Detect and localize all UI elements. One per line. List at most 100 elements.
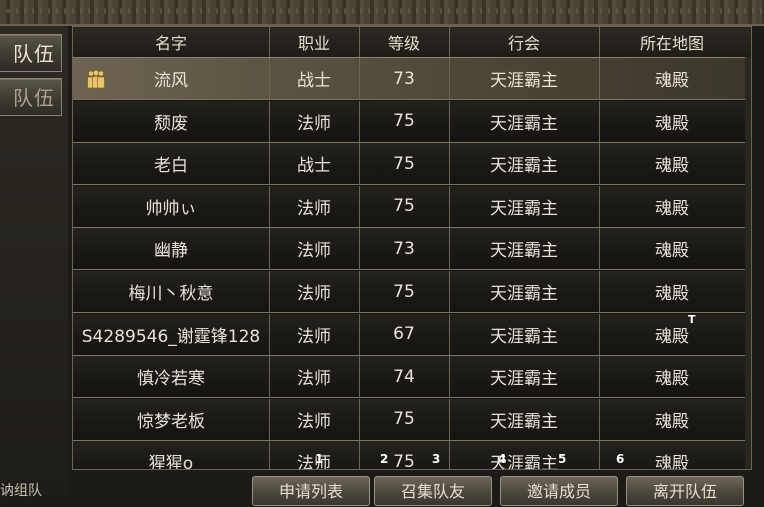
col-divider [599, 100, 600, 142]
cell-class: 法师 [297, 241, 331, 262]
col-divider [359, 143, 360, 185]
col-divider [449, 27, 450, 57]
cell-map: 魂殿 [655, 198, 689, 219]
col-divider [359, 27, 360, 57]
table-row[interactable]: 幽静 法师 73 天涯霸主 魂殿 [73, 228, 751, 271]
col-divider [269, 100, 270, 142]
overlay-number-3: 3 [432, 452, 441, 466]
cell-name: 猩猩o [148, 454, 194, 470]
table-row[interactable]: 梅川丶秋意 法师 75 天涯霸主 魂殿 [73, 271, 751, 313]
cell-map: 魂殿 [655, 326, 689, 347]
col-divider [359, 185, 360, 227]
cell-level: 74 [393, 366, 415, 387]
cell-level: 75 [393, 111, 415, 132]
left-panel: 队伍 队伍 [0, 26, 68, 495]
col-divider [599, 58, 600, 99]
leave-team-button[interactable]: 离开队伍 [626, 476, 744, 506]
overlay-number-6: 6 [616, 452, 625, 466]
col-divider [359, 398, 360, 440]
col-divider [599, 143, 600, 185]
table-row[interactable]: 慎冷若寒 法师 74 天涯霸主 魂殿 [73, 356, 751, 399]
cell-map: 魂殿 [655, 369, 689, 390]
cell-class: 法师 [297, 411, 331, 432]
cell-guild: 天涯霸主 [490, 326, 558, 347]
side-tab-team-1[interactable]: 队伍 [0, 34, 62, 72]
col-divider [599, 271, 600, 312]
side-tab-team-2[interactable]: 队伍 [0, 78, 62, 116]
cell-class: 法师 [297, 326, 331, 347]
table-row[interactable]: 惊梦老板 法师 75 天涯霸主 魂殿 [73, 398, 751, 441]
col-divider [269, 58, 270, 99]
cell-map: 魂殿 [655, 156, 689, 177]
cell-guild: 天涯霸主 [490, 241, 558, 262]
col-divider [359, 313, 360, 355]
cell-level: 73 [393, 238, 415, 259]
cell-class: 法师 [297, 369, 331, 390]
col-divider [599, 228, 600, 270]
cell-class: 法师 [297, 454, 331, 470]
scrollbar[interactable] [745, 57, 751, 469]
cell-guild: 天涯霸主 [490, 411, 558, 432]
cell-name: 慎冷若寒 [137, 369, 205, 390]
col-divider [359, 271, 360, 312]
col-divider [269, 398, 270, 440]
cell-name: 幽静 [154, 241, 188, 262]
table-row[interactable]: S4289546_谢霆锋128 法师 67 天涯霸主 魂殿 [73, 313, 751, 356]
leader-icon [87, 70, 105, 88]
cell-class: 法师 [297, 113, 331, 134]
table-row[interactable]: 流风 战士 73 天涯霸主 魂殿 [73, 58, 751, 100]
table-header: 名字 职业 等级 行会 所在地图 [73, 27, 751, 58]
col-divider [269, 271, 270, 312]
bottom-left-label: 讷组队 [0, 483, 42, 499]
col-divider [599, 27, 600, 57]
col-divider [269, 441, 270, 469]
cell-guild: 天涯霸主 [490, 454, 558, 470]
overlay-number-2: 2 [380, 452, 389, 466]
col-divider [449, 143, 450, 185]
overlay-number-1: 1 [315, 452, 324, 466]
overlay-number-4: 4 [498, 452, 507, 466]
team-member-table: 名字 职业 等级 行会 所在地图 流风 战士 73 天涯霸主 魂殿 颓废 法师 75 天涯霸主魂… [72, 26, 752, 470]
cell-guild: 天涯霸主 [490, 156, 558, 177]
cell-name: S4289546_谢霆锋128 [81, 326, 261, 347]
col-divider [269, 228, 270, 270]
col-divider [359, 441, 360, 469]
table-row[interactable]: 猩猩o 法师 75 天涯霸主 魂殿 [73, 441, 751, 470]
header-class[interactable]: 职业 [269, 27, 359, 57]
cell-class: 战士 [297, 156, 331, 177]
table-row[interactable]: 颓废 法师 75 天涯霸主 魂殿 [73, 100, 751, 143]
cell-level: 75 [393, 281, 415, 302]
col-divider [449, 271, 450, 312]
summon-teammates-button[interactable]: 召集队友 [374, 476, 492, 506]
cell-level: 75 [393, 409, 415, 430]
header-level[interactable]: 等级 [359, 27, 449, 57]
cell-map: 魂殿 [655, 113, 689, 134]
cell-name: 帅帅ぃ [145, 198, 197, 219]
col-divider [599, 398, 600, 440]
header-map[interactable]: 所在地图 [599, 27, 745, 57]
text-cursor-mark: T [688, 313, 696, 326]
col-divider [359, 58, 360, 99]
col-divider [599, 313, 600, 355]
col-divider [359, 228, 360, 270]
col-divider [269, 313, 270, 355]
col-divider [449, 398, 450, 440]
header-guild[interactable]: 行会 [449, 27, 599, 57]
cell-name: 老白 [154, 156, 188, 177]
table-row[interactable]: 帅帅ぃ 法师 75 天涯霸主 魂殿 [73, 185, 751, 228]
cell-level: 67 [393, 324, 415, 345]
cell-map: 魂殿 [655, 71, 689, 91]
col-divider [599, 356, 600, 398]
col-divider [449, 356, 450, 398]
cell-guild: 天涯霸主 [490, 284, 558, 304]
invite-member-button[interactable]: 邀请成员 [500, 476, 618, 506]
cell-level: 75 [393, 153, 415, 174]
cell-map: 魂殿 [655, 284, 689, 304]
cell-map: 魂殿 [655, 241, 689, 262]
cell-name: 惊梦老板 [137, 411, 205, 432]
col-divider [449, 313, 450, 355]
col-divider [269, 356, 270, 398]
header-name[interactable]: 名字 [73, 27, 269, 57]
apply-list-button[interactable]: 申请列表 [252, 476, 370, 506]
table-row[interactable]: 老白 战士 75 天涯霸主 魂殿 [73, 143, 751, 186]
